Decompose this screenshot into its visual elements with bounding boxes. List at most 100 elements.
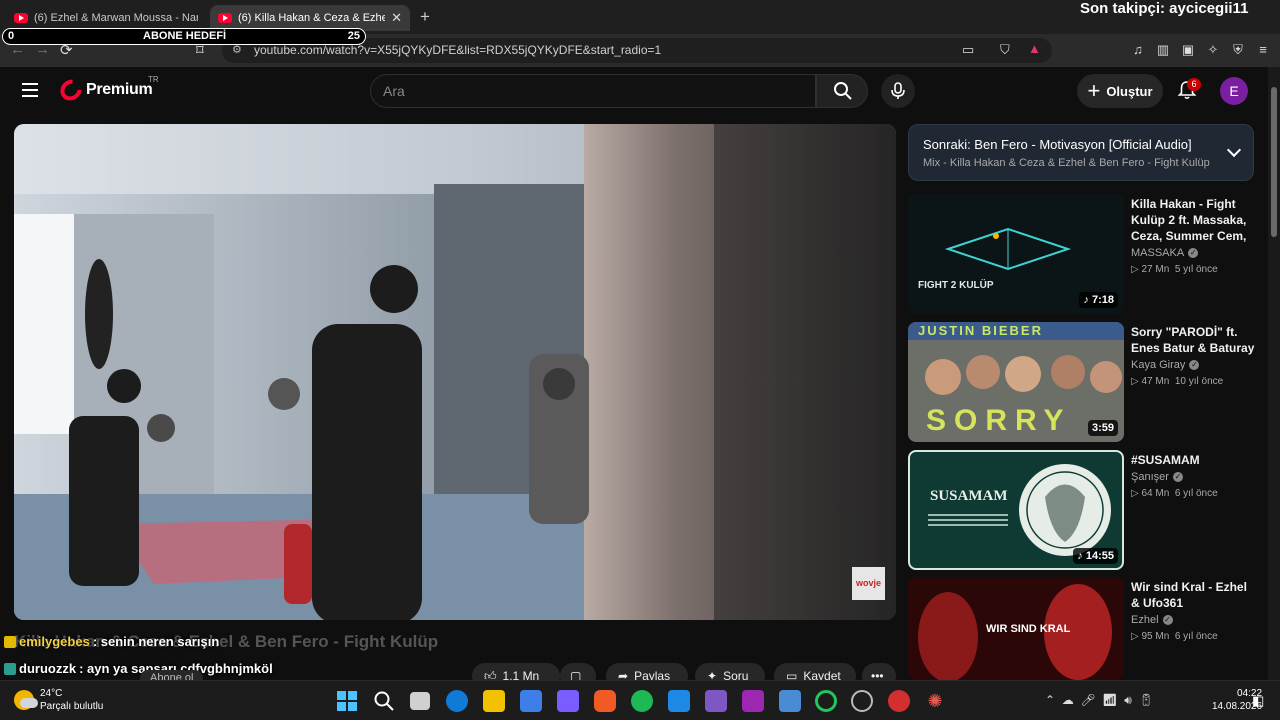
video-info: Wir sind Kral - Ezhel & Ufo361 Ezhel ✓ ▷… <box>1131 579 1257 642</box>
search-icon <box>834 82 852 100</box>
brave-shield-icon[interactable]: ⛉ <box>1000 42 1010 58</box>
channel-name[interactable]: Şanışer <box>1131 471 1169 483</box>
crown-badge-icon <box>4 635 16 648</box>
windows-start-icon[interactable] <box>336 690 358 712</box>
store-icon[interactable] <box>520 690 542 712</box>
scrollbar-thumb[interactable] <box>1271 87 1277 237</box>
goal-target: 25 <box>347 30 360 42</box>
leo-ai-icon[interactable]: ✧ <box>1205 42 1221 58</box>
channel-watermark[interactable]: wovje <box>852 567 885 600</box>
video-meta: ▷ 64 Mn 6 yıl önce <box>1131 488 1218 499</box>
notification-center-icon[interactable]: ◧ <box>1252 693 1264 709</box>
tab-title: (6) Ezhel & Marwan Moussa - Nane ¿ <box>34 12 198 24</box>
microphone-icon <box>891 82 905 99</box>
cast-icon[interactable]: ▭ <box>962 42 974 58</box>
app-icon[interactable] <box>815 690 837 712</box>
weather-widget[interactable]: 24°C Parçalı bulutlu <box>14 687 103 713</box>
tab-title: (6) Killa Hakan & Ceza & Ezhel & <box>238 12 386 24</box>
region-code: TR <box>148 75 159 84</box>
voice-search-button[interactable] <box>881 74 915 108</box>
task-view-icon[interactable] <box>410 692 430 710</box>
goal-start: 0 <box>8 30 15 42</box>
video-meta: ▷ 27 Mn 5 yıl önce <box>1131 264 1218 275</box>
weather-condition: Parçalı bulutlu <box>40 701 104 712</box>
new-tab-button[interactable]: + <box>420 7 430 27</box>
video-title[interactable]: Wir sind Kral - Ezhel & Ufo361 <box>1131 579 1257 611</box>
thumbnail-text: SORRY <box>926 404 1072 437</box>
weather-text: 24°C Parçalı bulutlu <box>40 687 103 713</box>
thumbnail-text: FIGHT 2 KULÜP <box>918 280 994 291</box>
video-title[interactable]: Killa Hakan - Fight Kulüp 2 ft. Massaka,… <box>1131 196 1257 244</box>
recommended-video[interactable]: FIGHT 2 KULÜP ♪ 7:18 Killa Hakan - Fight… <box>908 194 1258 314</box>
up-next-title: Sonraki: Ben Fero - Motivasyon [Official… <box>923 137 1192 152</box>
video-title[interactable]: #SUSAMAM <box>1131 452 1257 468</box>
create-button[interactable]: + Oluştur <box>1077 74 1163 108</box>
chevron-down-icon[interactable] <box>1226 142 1242 158</box>
recommended-video[interactable]: WIR SIND KRAL Wir sind Kral - Ezhel & Uf… <box>908 577 1258 680</box>
plus-icon: + <box>1087 78 1101 103</box>
wallet-icon[interactable]: ▣ <box>1180 42 1196 58</box>
chat-text: : senin neren sarışın <box>92 634 220 649</box>
logo-text: Premium <box>86 81 153 98</box>
duration-badge: ♪ 14:55 <box>1073 548 1118 564</box>
channel-name[interactable]: Kaya Giray <box>1131 359 1185 371</box>
system-tray-icons[interactable]: ⌃ ☁ 🎤︎ 📶︎ 🔊︎ 🔋︎ <box>1045 693 1154 708</box>
goal-label: ABONE HEDEFİ <box>143 30 227 42</box>
up-next-subtitle: Mix - Killa Hakan & Ceza & Ezhel & Ben F… <box>923 157 1210 169</box>
channel-row: Şanışer ✓ <box>1131 471 1257 483</box>
chat-message: emilygebes : senin neren sarışın <box>4 634 219 649</box>
vscode-icon[interactable] <box>668 690 690 712</box>
subscriber-badge-icon <box>4 662 16 675</box>
search-icon[interactable] <box>373 690 395 712</box>
up-next-panel[interactable]: Sonraki: Ben Fero - Motivasyon [Official… <box>908 124 1254 181</box>
app-icon[interactable]: ✺ <box>924 690 946 712</box>
thumbnail-text: JUSTIN BIEBER <box>918 323 1043 338</box>
vpn-icon[interactable]: ⛨ <box>1230 42 1246 58</box>
search-button[interactable] <box>816 74 868 108</box>
obs-icon[interactable] <box>851 690 873 712</box>
thumbnail-text: WIR SIND KRAL <box>986 623 1071 635</box>
verified-check-icon: ✓ <box>1162 615 1173 625</box>
m365-icon[interactable] <box>557 690 579 712</box>
recommended-video[interactable]: JUSTIN BIEBER SORRY 3:59 Sorry "PARODİ" … <box>908 322 1258 442</box>
brave-rewards-icon[interactable]: ▲ <box>1028 41 1041 56</box>
video-thumbnail[interactable]: WIR SIND KRAL <box>908 577 1124 680</box>
verified-check-icon: ✓ <box>1189 360 1200 370</box>
media-icon[interactable]: ♫ <box>1130 42 1146 58</box>
account-avatar[interactable]: E <box>1220 77 1248 105</box>
chat-user: duruozzk <box>19 661 77 676</box>
video-title[interactable]: Sorry "PARODİ" ft. Enes Batur & Baturay <box>1131 324 1257 356</box>
duration-badge: ♪ 7:18 <box>1079 292 1118 308</box>
sidebar-icon[interactable]: ▥ <box>1155 42 1171 58</box>
menu-icon[interactable]: ≡ <box>1255 42 1271 58</box>
app-icon[interactable] <box>888 690 910 712</box>
app-icon[interactable] <box>779 690 801 712</box>
url-text: youtube.com/watch?v=X55jQYKyDFE&list=RDX… <box>254 43 662 57</box>
channel-name[interactable]: MASSAKA <box>1131 247 1184 259</box>
edge-icon[interactable] <box>446 690 468 712</box>
video-info: #SUSAMAM Şanışer ✓ ▷ 64 Mn 6 yıl önce <box>1131 452 1257 499</box>
recommended-video[interactable]: SUSAMAM ♪ 14:55 #SUSAMAM Şanışer ✓ ▷ 64 … <box>908 450 1258 570</box>
partly-cloudy-icon <box>14 690 38 710</box>
brave-browser-icon[interactable] <box>594 690 616 712</box>
visual-studio-preview-icon[interactable] <box>742 690 764 712</box>
close-tab-icon[interactable]: ✕ <box>391 10 402 26</box>
youtube-premium-logo[interactable]: Premium TR <box>56 75 159 105</box>
create-label: Oluştur <box>1106 83 1153 99</box>
search-input[interactable] <box>383 83 783 99</box>
page-scrollbar[interactable] <box>1268 67 1280 687</box>
channel-name[interactable]: Ezhel <box>1131 614 1159 626</box>
chat-user: emilygebes <box>19 634 90 649</box>
file-explorer-icon[interactable] <box>483 690 505 712</box>
subscriber-goal-bar: 0 ABONE HEDEFİ 25 <box>2 28 366 45</box>
windows-taskbar: 24°C Parçalı bulutlu ✺ ⌃ ☁ 🎤︎ 📶︎ 🔊︎ 🔋︎ 0… <box>0 680 1280 720</box>
hamburger-menu-icon[interactable] <box>22 83 38 101</box>
youtube-header: Premium TR + Oluştur 6 E <box>0 67 1268 115</box>
youtube-favicon-icon <box>218 13 232 23</box>
duration-badge: 3:59 <box>1087 420 1118 436</box>
youtube-favicon-icon <box>14 13 28 23</box>
verified-check-icon: ✓ <box>1172 472 1183 482</box>
visual-studio-icon[interactable] <box>705 690 727 712</box>
spotify-icon[interactable] <box>631 690 653 712</box>
video-player[interactable] <box>14 124 896 620</box>
